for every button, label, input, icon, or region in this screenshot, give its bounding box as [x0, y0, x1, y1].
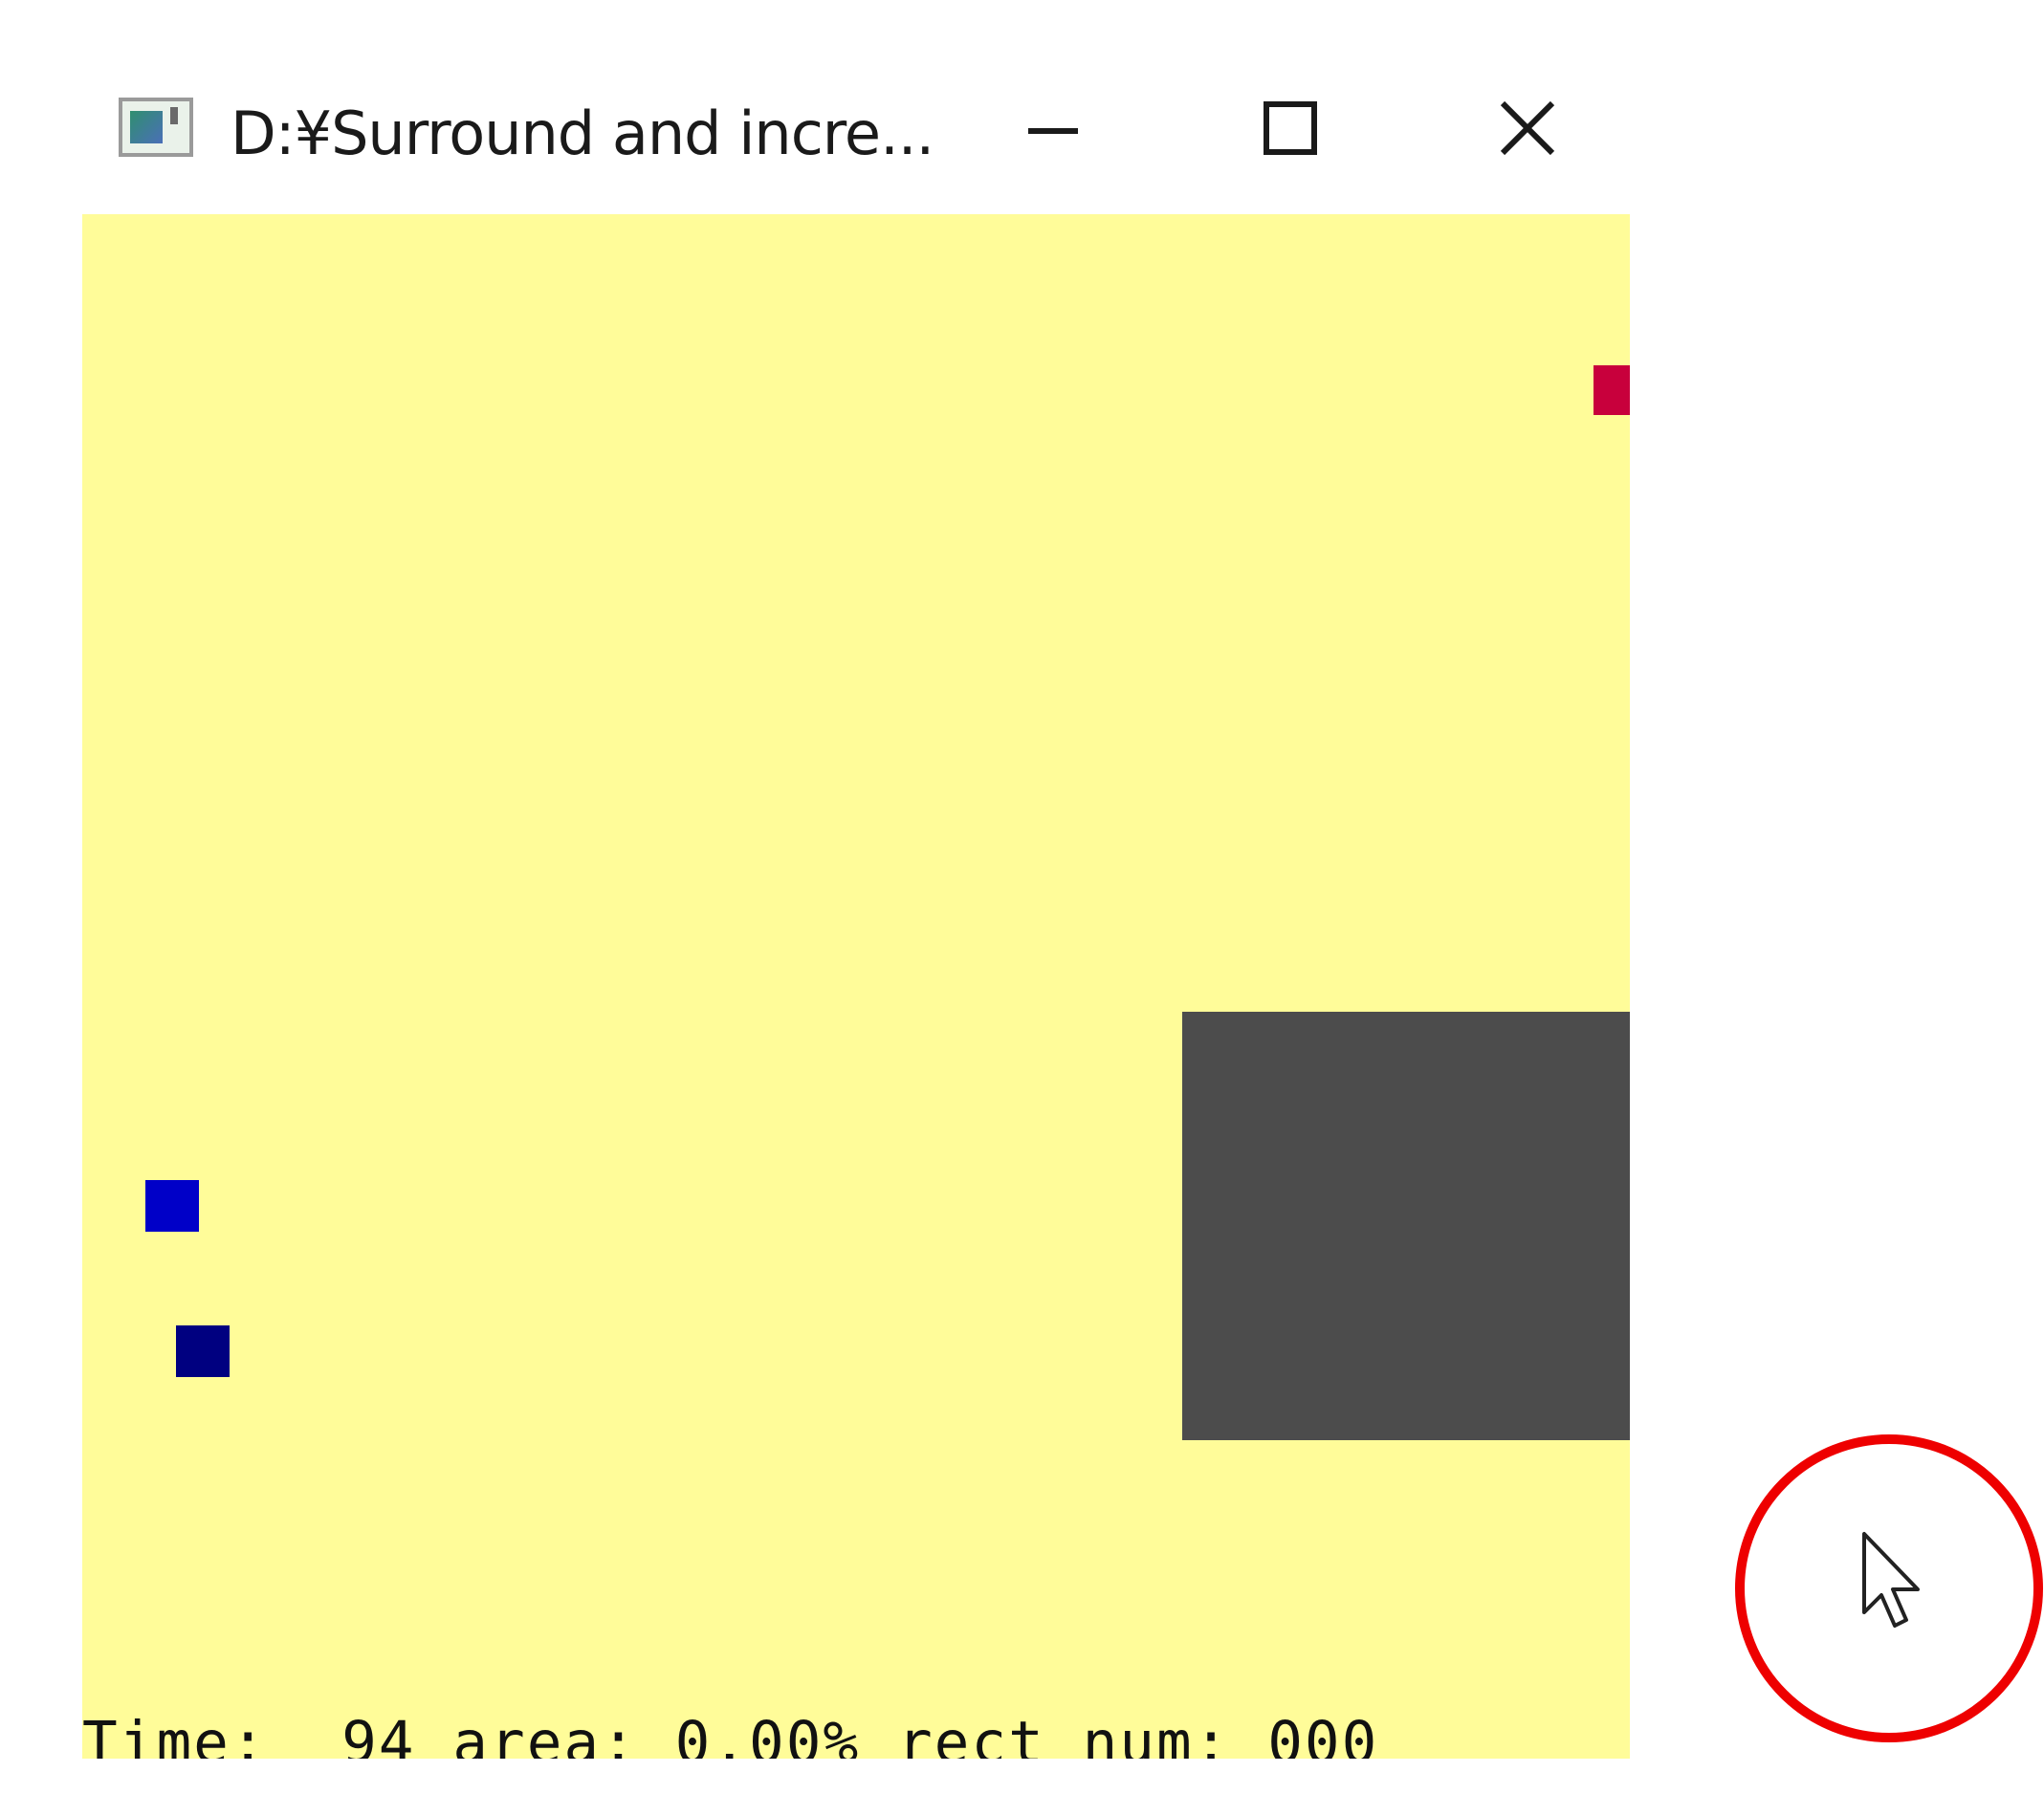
close-icon: [1500, 100, 1555, 156]
game-canvas[interactable]: Time: 94 area: 0.00% rect num: 000: [82, 214, 1630, 1763]
status-clip: [82, 1759, 1630, 1763]
game-window: D:¥Surround and incre... Time: 94 area: …: [82, 61, 1630, 1769]
console-app-icon[interactable]: [119, 98, 193, 157]
obstacle-gray-block: [1182, 1012, 1630, 1440]
window-title: D:¥Surround and incre...: [231, 98, 934, 168]
close-button[interactable]: [1456, 80, 1599, 176]
player-navy-block: [176, 1325, 230, 1377]
mouse-pointer-icon: [1862, 1532, 1920, 1628]
enemy-red-block: [1593, 365, 1630, 415]
maximize-icon: [1264, 101, 1317, 155]
title-bar[interactable]: D:¥Surround and incre...: [82, 61, 1630, 214]
status-line: Time: 94 area: 0.00% rect num: 000: [82, 1709, 1379, 1764]
app-icon-mark: [170, 107, 178, 124]
app-icon-screen: [130, 111, 163, 143]
minimize-icon: [1028, 128, 1078, 134]
player-blue-block: [145, 1180, 199, 1232]
maximize-button[interactable]: [1219, 80, 1362, 176]
minimize-button[interactable]: [981, 80, 1125, 176]
